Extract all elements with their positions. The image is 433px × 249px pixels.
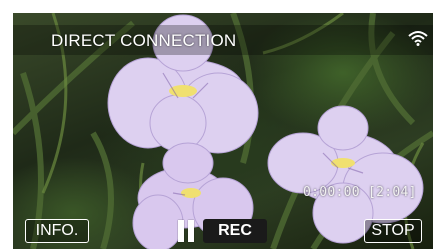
- elapsed-time: 0:00:00: [303, 185, 360, 200]
- rec-button[interactable]: REC: [203, 219, 267, 243]
- stop-button[interactable]: STOP: [364, 219, 422, 243]
- info-button[interactable]: INFO.: [25, 219, 89, 243]
- remaining-time: [2:04]: [368, 185, 417, 200]
- page-title: DIRECT CONNECTION: [51, 31, 237, 50]
- wifi-icon: [408, 31, 428, 46]
- top-margin: [0, 0, 433, 13]
- pause-icon[interactable]: [175, 220, 197, 242]
- camera-preview: DIRECT CONNECTION 0:00:00 [2:04] INFO. R…: [13, 13, 433, 249]
